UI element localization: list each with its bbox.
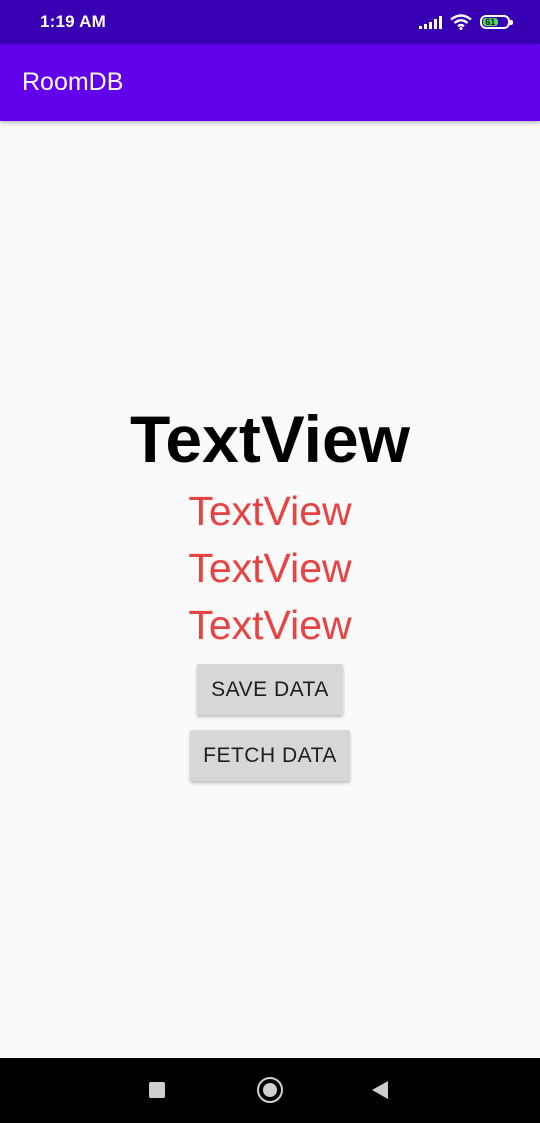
wifi-icon (450, 14, 472, 30)
app-bar: RoomDB (0, 44, 540, 121)
detail-text-view-2: TextView (188, 545, 352, 591)
app-title: RoomDB (22, 68, 124, 96)
save-data-button[interactable]: SAVE DATA (197, 664, 343, 715)
back-button[interactable] (372, 1081, 388, 1099)
signal-icon (419, 15, 442, 29)
battery-icon: 61 (480, 15, 513, 29)
status-bar: 1:19 AM 61 (0, 0, 540, 44)
detail-text-view-3: TextView (188, 602, 352, 648)
main-text-view: TextView (129, 402, 411, 476)
detail-text-view-1: TextView (188, 488, 352, 534)
recents-icon (149, 1082, 165, 1098)
battery-level: 61 (485, 16, 496, 27)
main-content: TextView TextView TextView TextView SAVE… (0, 121, 540, 1058)
back-icon (372, 1081, 388, 1099)
recents-button[interactable] (149, 1082, 165, 1098)
battery-fill: 61 (483, 16, 498, 27)
home-button[interactable] (257, 1077, 283, 1103)
status-icons: 61 (419, 14, 513, 30)
status-time: 1:19 AM (40, 12, 106, 31)
home-icon (257, 1077, 283, 1103)
navigation-bar (0, 1058, 540, 1123)
fetch-data-button[interactable]: FETCH DATA (190, 730, 350, 781)
